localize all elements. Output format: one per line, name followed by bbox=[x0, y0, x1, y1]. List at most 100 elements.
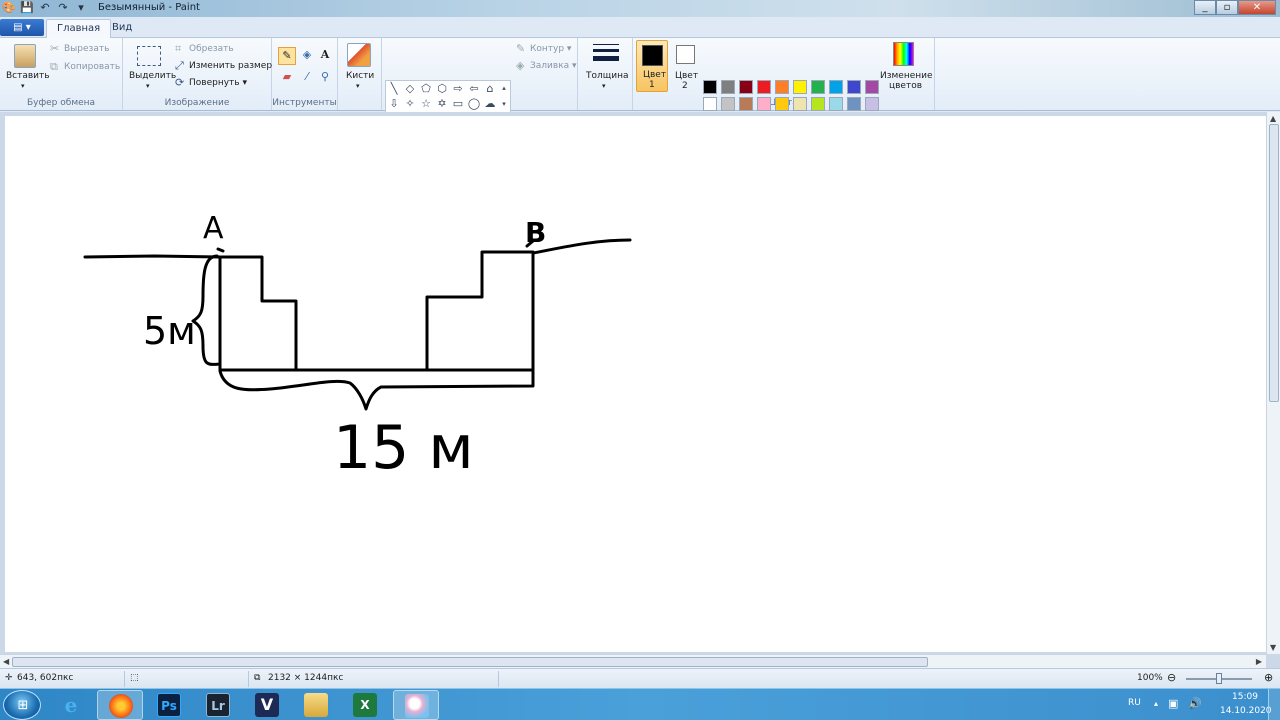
taskbar-ie[interactable]: e bbox=[48, 690, 94, 720]
shape-star4-icon[interactable]: ✧ bbox=[403, 97, 417, 111]
color-swatch[interactable] bbox=[703, 80, 717, 94]
shape-callout-oval-icon[interactable]: ◯ bbox=[467, 97, 481, 111]
shape-callout-cloud-icon[interactable]: ☁ bbox=[483, 97, 497, 111]
shape-arrow-down-icon[interactable]: ⇩ bbox=[387, 97, 401, 111]
customize-qat-icon[interactable]: ▾ bbox=[74, 1, 88, 15]
color-swatch[interactable] bbox=[775, 80, 789, 94]
scroll-left-icon[interactable]: ◀ bbox=[3, 657, 9, 666]
shape-arrow-left-icon[interactable]: ⇦ bbox=[467, 82, 481, 96]
color-swatch[interactable] bbox=[793, 97, 807, 111]
close-button[interactable]: ✕ bbox=[1238, 0, 1276, 15]
clock-date[interactable]: 14.10.2020 bbox=[1220, 706, 1272, 716]
tools-group-label: Инструменты bbox=[272, 98, 337, 108]
save-icon[interactable]: 💾 bbox=[20, 1, 34, 15]
color-swatch[interactable] bbox=[847, 97, 861, 111]
tab-view[interactable]: Вид bbox=[102, 19, 142, 38]
shape-arrow-right-icon[interactable]: ⇨ bbox=[451, 82, 465, 96]
color-swatch[interactable] bbox=[721, 80, 735, 94]
scroll-right-icon[interactable]: ▶ bbox=[1256, 657, 1262, 666]
taskbar-paint[interactable] bbox=[393, 690, 439, 720]
redo-icon[interactable]: ↷ bbox=[56, 1, 70, 15]
color-swatch[interactable] bbox=[865, 97, 879, 111]
fill-bucket-icon[interactable]: ◈ bbox=[298, 47, 316, 65]
vertical-scrollbar[interactable]: ▲ ▼ bbox=[1266, 112, 1280, 654]
shape-star6-icon[interactable]: ✡ bbox=[435, 97, 449, 111]
outline-icon: ✎ bbox=[516, 42, 526, 55]
taskbar-explorer[interactable] bbox=[293, 690, 339, 720]
cut-button[interactable]: Вырезать bbox=[64, 44, 109, 54]
point-a-marker bbox=[216, 247, 225, 253]
color-swatch[interactable] bbox=[829, 80, 843, 94]
color-swatch[interactable] bbox=[775, 97, 789, 111]
edit-colors-label-2: цветов bbox=[889, 81, 923, 91]
shape-rectangle-icon[interactable]: ⬡ bbox=[435, 82, 449, 96]
paint-menu-button[interactable]: ▤ ▾ bbox=[0, 19, 44, 36]
shape-pentagon-icon[interactable]: ⌂ bbox=[483, 82, 497, 96]
paint-app-icon[interactable]: 🎨 bbox=[2, 1, 16, 15]
status-separator bbox=[248, 671, 249, 687]
drawing-canvas[interactable]: A B 5м 15 м bbox=[5, 116, 1266, 652]
undo-icon[interactable]: ↶ bbox=[38, 1, 52, 15]
shape-callout-rect-icon[interactable]: ▭ bbox=[451, 97, 465, 111]
eraser-icon[interactable]: ▰ bbox=[278, 69, 296, 87]
magnifier-icon[interactable]: ⚲ bbox=[316, 69, 334, 87]
color-swatch[interactable] bbox=[811, 97, 825, 111]
fill-button[interactable]: Заливка ▾ bbox=[530, 61, 577, 71]
line-thick-icon bbox=[593, 56, 619, 61]
scroll-down-icon[interactable]: ▼ bbox=[1270, 643, 1276, 652]
text-tool-icon[interactable]: A bbox=[316, 47, 334, 65]
shape-oval-icon[interactable]: ⬠ bbox=[419, 82, 433, 96]
taskbar-excel[interactable]: X bbox=[342, 690, 388, 720]
color1-button[interactable]: Цвет 1 bbox=[636, 40, 668, 92]
chevron-down-icon: ▾ bbox=[146, 82, 150, 90]
taskbar-photoshop[interactable]: Ps bbox=[146, 690, 192, 720]
language-indicator[interactable]: RU bbox=[1128, 698, 1141, 708]
gallery-scroll-down-icon[interactable]: ▾ bbox=[498, 97, 510, 111]
scroll-up-icon[interactable]: ▲ bbox=[1270, 114, 1276, 123]
edit-colors-icon bbox=[893, 42, 914, 66]
color-swatch[interactable] bbox=[757, 97, 771, 111]
color-swatch[interactable] bbox=[739, 97, 753, 111]
maximize-button[interactable]: ▫ bbox=[1216, 0, 1238, 15]
color-swatch[interactable] bbox=[793, 80, 807, 94]
volume-icon[interactable]: 🔊 bbox=[1188, 697, 1202, 710]
clipboard-group-label: Буфер обмена bbox=[26, 98, 96, 108]
color-swatch[interactable] bbox=[865, 80, 879, 94]
gallery-scroll-up-icon[interactable]: ▴ bbox=[498, 81, 510, 95]
color-swatch[interactable] bbox=[811, 80, 825, 94]
zoom-in-icon[interactable]: ⊕ bbox=[1264, 671, 1273, 684]
shape-star5-icon[interactable]: ☆ bbox=[419, 97, 433, 111]
zoom-out-icon[interactable]: ⊖ bbox=[1167, 671, 1176, 684]
resize-button[interactable]: Изменить размер bbox=[189, 61, 272, 71]
clock-time[interactable]: 15:09 bbox=[1232, 692, 1258, 702]
color-picker-icon[interactable]: ⁄ bbox=[298, 69, 316, 87]
shape-curve-icon[interactable]: ◇ bbox=[403, 82, 417, 96]
color-swatch[interactable] bbox=[757, 80, 771, 94]
color-swatch[interactable] bbox=[739, 80, 753, 94]
crop-button[interactable]: Обрезать bbox=[189, 44, 234, 54]
outline-button[interactable]: Контур ▾ bbox=[530, 44, 571, 54]
shape-line-icon[interactable]: ╲ bbox=[387, 82, 401, 96]
network-icon[interactable]: ▣ bbox=[1168, 697, 1178, 710]
rotate-button[interactable]: Повернуть ▾ bbox=[189, 78, 247, 88]
zoom-slider-thumb[interactable] bbox=[1216, 673, 1222, 684]
paint-icon bbox=[405, 694, 429, 718]
color-swatch[interactable] bbox=[703, 97, 717, 111]
tray-arrow-icon[interactable]: ▴ bbox=[1154, 699, 1158, 708]
vertical-scroll-thumb[interactable] bbox=[1269, 124, 1279, 402]
copy-button[interactable]: Копировать bbox=[64, 62, 120, 72]
start-button[interactable]: ⊞ bbox=[3, 690, 41, 720]
pit-outline bbox=[218, 250, 535, 372]
horizontal-scrollbar[interactable]: ◀ ▶ bbox=[0, 654, 1266, 668]
minimize-button[interactable]: _ bbox=[1194, 0, 1216, 15]
taskbar-firefox[interactable] bbox=[97, 690, 143, 720]
horizontal-scroll-thumb[interactable] bbox=[12, 657, 928, 667]
color-swatch[interactable] bbox=[829, 97, 843, 111]
internet-explorer-icon: e bbox=[64, 693, 78, 717]
pencil-icon[interactable]: ✎ bbox=[278, 47, 296, 65]
show-desktop-button[interactable] bbox=[1268, 689, 1280, 720]
taskbar-lightroom[interactable]: Lr bbox=[195, 690, 241, 720]
taskbar-vegas[interactable]: V bbox=[244, 690, 290, 720]
color-swatch[interactable] bbox=[847, 80, 861, 94]
color-swatch[interactable] bbox=[721, 97, 735, 111]
